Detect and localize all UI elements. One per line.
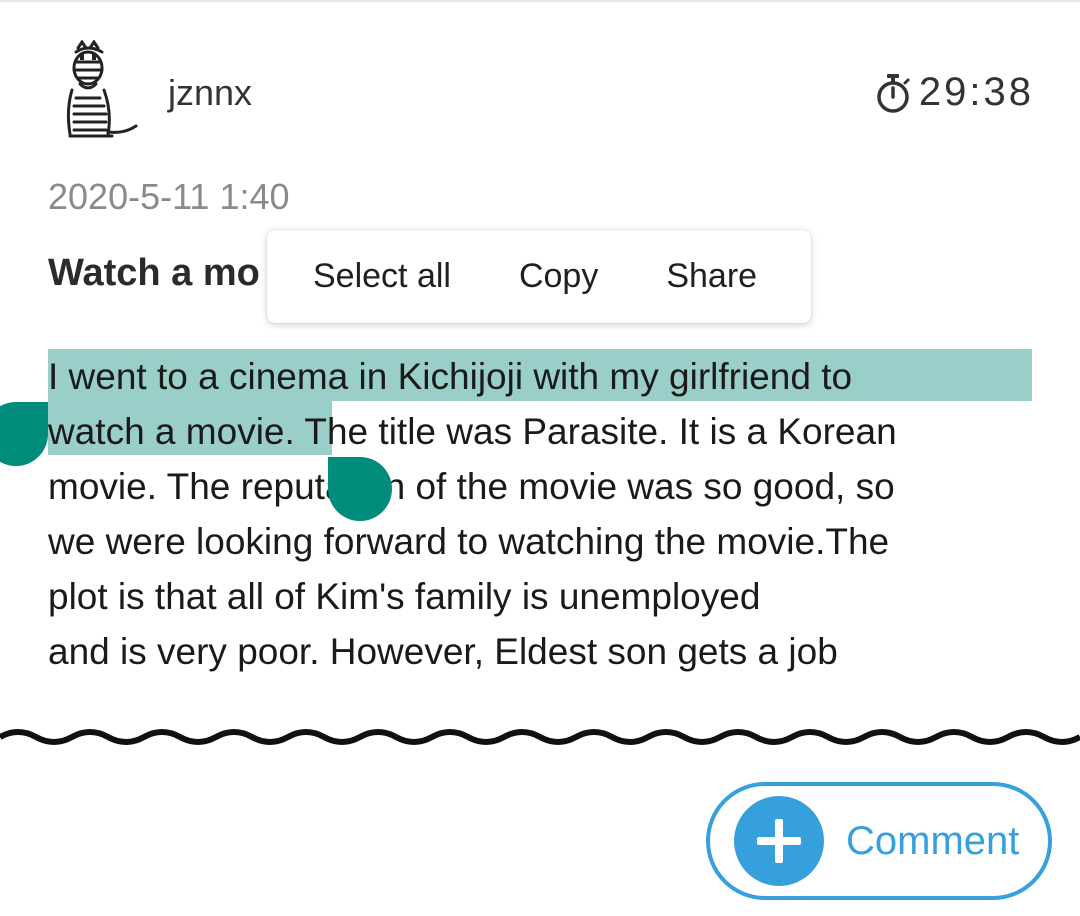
- timer-value: 29:38: [918, 70, 1034, 114]
- comment-button-label: Comment: [846, 818, 1020, 863]
- body-line: watch a movie. The title was Parasite. I…: [48, 411, 897, 452]
- username[interactable]: jznnx: [168, 72, 252, 114]
- stopwatch-icon: [877, 73, 910, 113]
- comment-button[interactable]: Comment: [706, 782, 1052, 900]
- post-body[interactable]: I went to a cinema in Kichijoji with my …: [48, 349, 1048, 679]
- selection-start-handle[interactable]: [0, 402, 48, 466]
- share-menu-item[interactable]: Share: [666, 257, 757, 296]
- body-line: movie. The reputation of the movie was s…: [48, 466, 895, 507]
- body-line: I went to a cinema in Kichijoji with my …: [48, 356, 853, 397]
- copy-menu-item[interactable]: Copy: [519, 257, 598, 296]
- selection-end-handle[interactable]: [328, 457, 392, 521]
- post-title: Watch a mo: [48, 252, 260, 294]
- body-line: we were looking forward to watching the …: [48, 521, 890, 562]
- top-divider: [0, 0, 1080, 2]
- zebra-avatar-icon[interactable]: [56, 40, 144, 144]
- body-line: plot is that all of Kim's family is unem…: [48, 576, 761, 617]
- body-line: and is very poor. However, Eldest son ge…: [48, 631, 838, 672]
- plus-icon: [734, 796, 824, 886]
- timer: 29:38: [875, 70, 1034, 115]
- post-date: 2020-5-11 1:40: [48, 176, 290, 217]
- text-selection-context-menu: Select all Copy Share: [267, 230, 811, 323]
- select-all-menu-item[interactable]: Select all: [313, 257, 451, 296]
- wavy-divider: [0, 729, 1080, 745]
